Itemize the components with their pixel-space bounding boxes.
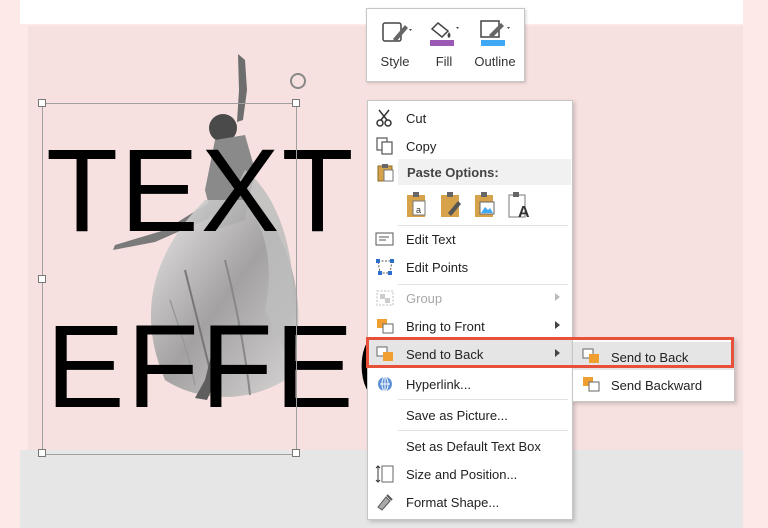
menu-item-send-to-back[interactable]: Send to Back xyxy=(368,340,572,368)
paste-options-label: Paste Options: xyxy=(407,165,499,180)
submenu-arrow-icon xyxy=(555,321,560,329)
menu-item-bring-to-front[interactable]: Bring to Front xyxy=(368,312,572,340)
menu-item-hyperlink[interactable]: Hyperlink... xyxy=(368,370,572,398)
copy-label: Copy xyxy=(406,139,437,154)
style-label: Style xyxy=(380,54,410,69)
outline-button[interactable]: Outline xyxy=(469,15,521,75)
menu-item-cut[interactable]: Cut xyxy=(368,104,572,132)
context-menu: Cut Copy Paste Options: a A Edit Text Ed… xyxy=(367,100,573,520)
scissors-icon xyxy=(376,109,392,127)
submenu-arrow-icon xyxy=(555,293,560,301)
menu-item-group[interactable]: Group xyxy=(368,284,572,312)
submenu-arrow-icon xyxy=(555,349,560,357)
submenu-item-send-backward[interactable]: Send Backward xyxy=(573,370,734,398)
hyperlink-icon xyxy=(378,376,392,392)
menu-item-size-and-position[interactable]: Size and Position... xyxy=(368,460,572,488)
group-label: Group xyxy=(406,291,443,306)
send-backward-icon xyxy=(583,377,600,392)
paste-options-row: a A xyxy=(398,189,571,223)
edit-text-icon xyxy=(375,232,394,246)
format-shape-label: Format Shape... xyxy=(406,495,500,510)
paste-keep-formatting-icon[interactable]: a xyxy=(404,191,430,219)
resize-handle-bl[interactable] xyxy=(38,449,46,457)
save-as-picture-label: Save as Picture... xyxy=(406,408,508,423)
edit-text-label: Edit Text xyxy=(406,232,456,247)
submenu-send-backward-label: Send Backward xyxy=(611,378,703,393)
outline-pen-icon xyxy=(480,20,510,46)
bring-to-front-label: Bring to Front xyxy=(406,319,485,334)
style-button[interactable]: Style xyxy=(371,15,419,75)
menu-item-set-default-text-box[interactable]: Set as Default Text Box xyxy=(368,432,572,460)
style-icon xyxy=(382,22,412,42)
submenu-item-send-to-back[interactable]: Send to Back xyxy=(573,342,734,370)
send-to-back-submenu: Send to Back Send Backward xyxy=(572,338,735,402)
paste-destination-theme-icon[interactable] xyxy=(438,191,464,219)
send-to-back-icon xyxy=(582,348,599,363)
size-position-icon xyxy=(375,465,394,483)
edit-points-label: Edit Points xyxy=(406,260,469,275)
menu-item-edit-points[interactable]: Edit Points xyxy=(368,253,572,281)
paste-text-only-icon[interactable]: A xyxy=(506,191,532,219)
resize-handle-bm[interactable] xyxy=(292,449,300,457)
svg-text:a: a xyxy=(416,205,421,215)
menu-separator xyxy=(398,430,568,431)
copy-icon xyxy=(376,137,393,155)
hyperlink-label: Hyperlink... xyxy=(406,377,472,392)
set-default-text-box-label: Set as Default Text Box xyxy=(406,439,541,454)
size-and-position-label: Size and Position... xyxy=(406,467,518,482)
fill-button[interactable]: Fill xyxy=(420,15,468,75)
menu-item-copy[interactable]: Copy xyxy=(368,132,572,160)
shape-selection-frame xyxy=(42,103,297,455)
outline-label: Outline xyxy=(474,54,516,69)
resize-handle-ml[interactable] xyxy=(38,275,46,283)
menu-item-format-shape[interactable]: Format Shape... xyxy=(368,488,572,516)
resize-handle-tl[interactable] xyxy=(38,99,46,107)
send-to-back-icon xyxy=(376,346,393,361)
menu-separator xyxy=(398,399,568,400)
group-icon xyxy=(376,290,394,306)
send-to-back-label: Send to Back xyxy=(406,347,484,362)
menu-item-save-as-picture[interactable]: Save as Picture... xyxy=(368,401,572,429)
edit-points-icon xyxy=(376,259,394,275)
menu-item-edit-text[interactable]: Edit Text xyxy=(368,225,572,253)
fill-label: Fill xyxy=(435,54,453,69)
clipboard-icon xyxy=(377,164,394,182)
svg-text:A: A xyxy=(518,204,530,219)
format-shape-icon xyxy=(377,494,393,511)
paste-options-header: Paste Options: xyxy=(398,159,571,185)
paste-as-picture-icon[interactable] xyxy=(472,191,498,219)
rotate-handle[interactable] xyxy=(290,73,306,89)
bring-to-front-icon xyxy=(377,319,394,334)
mini-toolbar: Style Fill Outline xyxy=(366,8,525,82)
resize-handle-tm[interactable] xyxy=(292,99,300,107)
cut-label: Cut xyxy=(406,111,427,126)
fill-bucket-icon xyxy=(430,21,459,46)
submenu-send-to-back-label: Send to Back xyxy=(611,350,689,365)
